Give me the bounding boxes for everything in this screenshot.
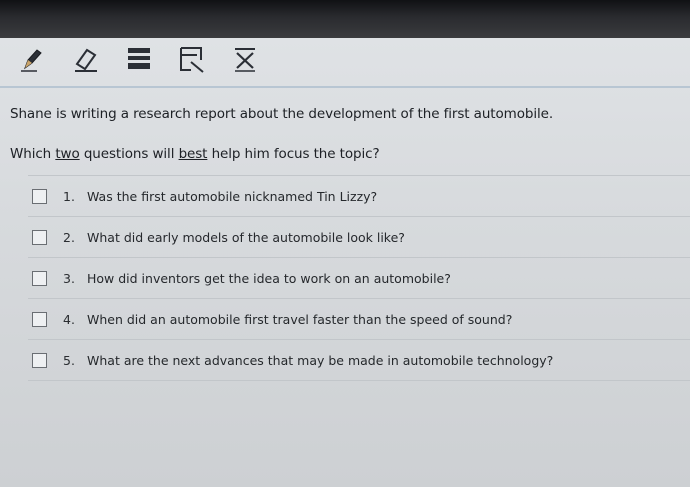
checkbox[interactable] — [32, 270, 47, 286]
option-number: 1. — [63, 188, 75, 204]
test-page: Shane is writing a research report about… — [0, 38, 690, 487]
question-stem: Which two questions will best help him f… — [10, 146, 380, 162]
answer-option-1[interactable]: 1. Was the first automobile nicknamed Ti… — [28, 175, 690, 216]
checkbox[interactable] — [32, 352, 47, 368]
option-number: 2. — [63, 229, 75, 245]
highlighter-icon — [128, 48, 150, 69]
answer-eliminator-tool-button[interactable] — [228, 42, 260, 76]
window-top-bar — [0, 0, 690, 38]
option-number: 5. — [63, 352, 75, 368]
answer-option-5[interactable]: 5. What are the next advances that may b… — [28, 339, 690, 381]
stem-text: questions will — [79, 146, 179, 162]
option-text: When did an automobile first travel fast… — [87, 311, 513, 327]
option-text: What are the next advances that may be m… — [87, 352, 554, 368]
option-number: 4. — [63, 311, 75, 327]
stem-text: Which — [10, 146, 56, 162]
answer-option-3[interactable]: 3. How did inventors get the idea to wor… — [28, 257, 690, 298]
eraser-icon — [75, 48, 97, 72]
line-reader-tool-button[interactable] — [176, 42, 208, 76]
question-prompt: Shane is writing a research report about… — [10, 106, 554, 122]
checkbox[interactable] — [32, 229, 47, 245]
stem-text: help him focus the topic? — [207, 146, 380, 162]
checkbox[interactable] — [32, 311, 47, 327]
answer-eliminator-icon — [235, 48, 255, 72]
option-text: Was the first automobile nicknamed Tin L… — [87, 188, 378, 204]
checkbox[interactable] — [32, 188, 47, 204]
line-reader-icon — [180, 47, 204, 73]
option-text: How did inventors get the idea to work o… — [87, 270, 451, 286]
highlighter-tool-button[interactable] — [122, 42, 154, 76]
pencil-tool-button[interactable] — [16, 42, 48, 76]
toolbar — [0, 38, 690, 88]
eraser-tool-button[interactable] — [70, 42, 102, 76]
stem-emphasis-two: two — [55, 146, 80, 162]
stem-emphasis-best: best — [178, 146, 208, 162]
answer-option-4[interactable]: 4. When did an automobile first travel f… — [28, 298, 690, 339]
answer-option-2[interactable]: 2. What did early models of the automobi… — [28, 216, 690, 257]
answer-options: 1. Was the first automobile nicknamed Ti… — [28, 175, 690, 381]
option-number: 3. — [63, 270, 75, 286]
pencil-icon — [21, 49, 42, 72]
option-text: What did early models of the automobile … — [87, 229, 405, 245]
